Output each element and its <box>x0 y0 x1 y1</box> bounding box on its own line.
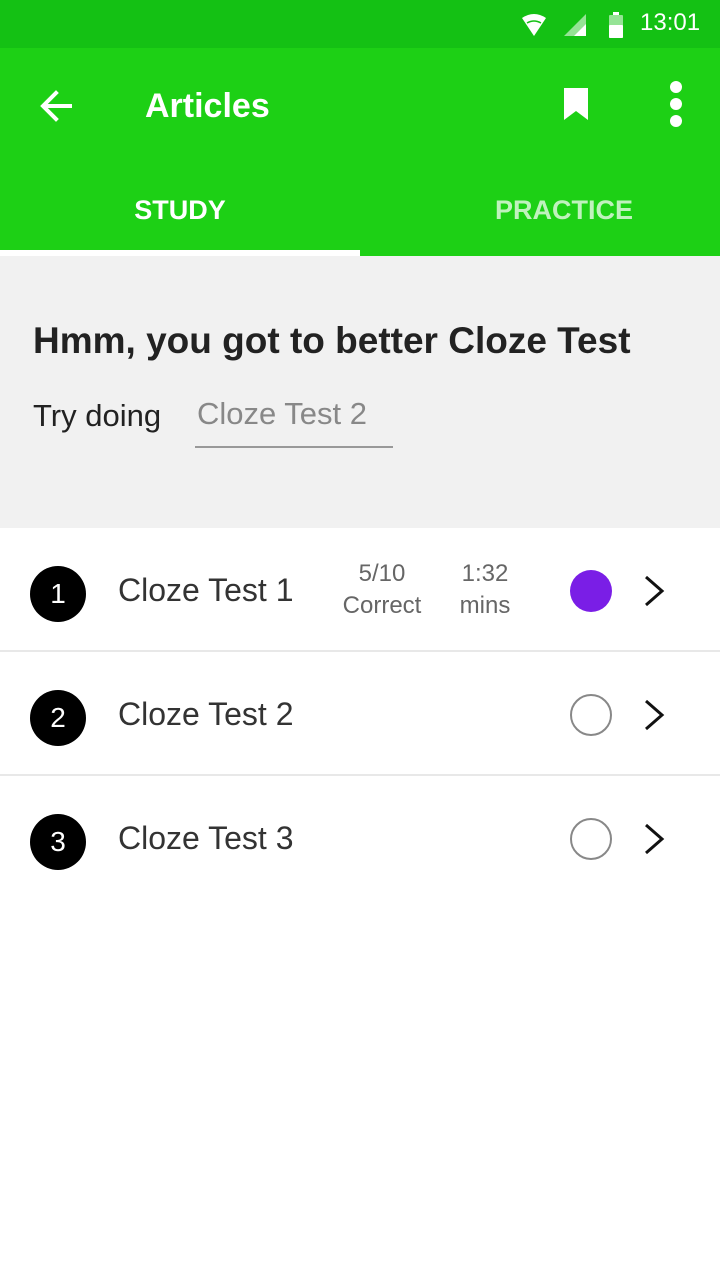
suggestion-banner: Hmm, you got to better Cloze Test Try do… <box>0 256 720 528</box>
battery-icon <box>609 12 623 38</box>
duration-value: 1:32 <box>461 560 509 587</box>
test-name: Cloze Test 2 <box>118 696 294 732</box>
status-bar: 13:01 <box>0 0 720 48</box>
status-time: 13:01 <box>640 9 701 36</box>
suggested-test-link[interactable]: Cloze Test 2 <box>195 396 393 448</box>
wifi-icon <box>522 14 546 36</box>
test-number-badge: 3 <box>30 814 86 870</box>
list-item[interactable]: 3 Cloze Test 3 <box>0 776 720 900</box>
signal-icon <box>564 14 586 36</box>
test-name: Cloze Test 1 <box>118 572 294 608</box>
test-number-badge: 1 <box>30 566 86 622</box>
incomplete-status-icon <box>570 818 612 860</box>
test-number-badge: 2 <box>30 690 86 746</box>
list-item[interactable]: 2 Cloze Test 2 <box>0 652 720 776</box>
test-list: 1 Cloze Test 1 5/10 Correct 1:32 mins 2 … <box>0 528 720 900</box>
chevron-right-icon[interactable] <box>642 822 666 856</box>
banner-title: Hmm, you got to better Cloze Test <box>33 320 631 361</box>
page-title: Articles <box>145 87 270 125</box>
score-value: 5/10 <box>358 560 406 587</box>
arrow-left-icon[interactable] <box>36 86 76 126</box>
incomplete-status-icon <box>570 694 612 736</box>
banner-try-label: Try doing <box>33 398 162 433</box>
test-duration: 1:32 mins <box>446 558 524 622</box>
completed-status-icon <box>570 570 612 612</box>
app-bar: Articles STUDY PRACTICE <box>0 48 720 256</box>
tab-study[interactable]: STUDY <box>0 180 360 256</box>
tab-bar: STUDY PRACTICE <box>0 180 720 256</box>
bookmark-icon[interactable] <box>562 86 590 122</box>
chevron-right-icon[interactable] <box>642 574 666 608</box>
list-item[interactable]: 1 Cloze Test 1 5/10 Correct 1:32 mins <box>0 528 720 652</box>
test-score: 5/10 Correct <box>334 558 430 622</box>
tab-practice[interactable]: PRACTICE <box>376 180 720 256</box>
score-unit: Correct <box>342 592 422 619</box>
more-vert-icon[interactable] <box>664 80 688 128</box>
duration-unit: mins <box>459 592 511 619</box>
chevron-right-icon[interactable] <box>642 698 666 732</box>
test-name: Cloze Test 3 <box>118 820 294 856</box>
